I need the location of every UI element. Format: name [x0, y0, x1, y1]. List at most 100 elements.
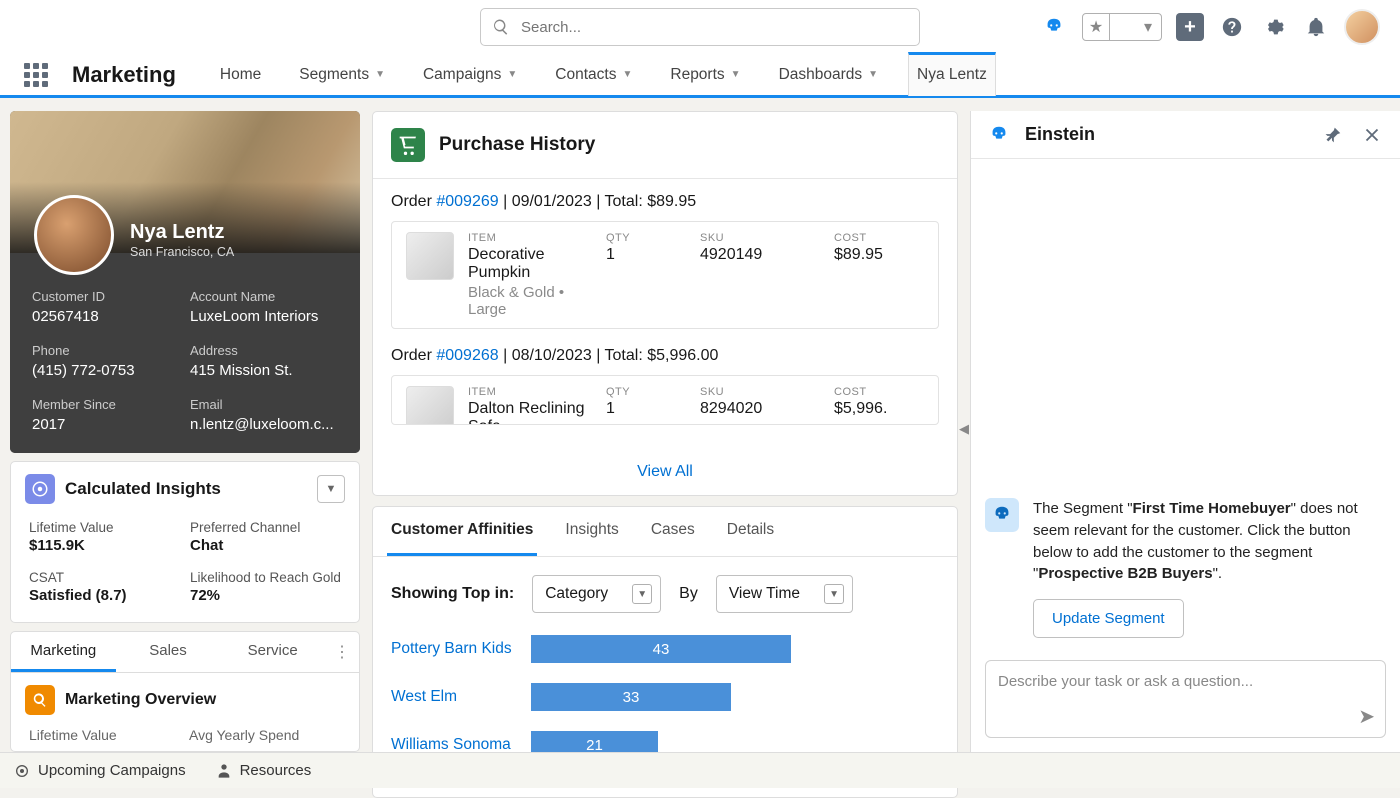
bar-value: 33 — [531, 683, 731, 711]
filter-label: Showing Top in: — [391, 585, 514, 603]
metric-value: 72% — [190, 587, 341, 604]
field-label: Account Name — [190, 289, 338, 304]
view-all-link[interactable]: View All — [637, 463, 693, 480]
order-link[interactable]: #009269 — [436, 193, 498, 210]
einstein-message: The Segment "First Time Homebuyer" does … — [1033, 498, 1386, 638]
add-button[interactable]: + — [1176, 13, 1204, 41]
nav-tab-nya-lentz[interactable]: Nya Lentz — [908, 52, 996, 96]
global-search — [480, 8, 920, 46]
bar-value: 43 — [531, 635, 791, 663]
field-value: LuxeLoom Interiors — [190, 308, 338, 325]
nav-tab-campaigns[interactable]: Campaigns▼ — [415, 53, 525, 97]
nav-tab-segments[interactable]: Segments▼ — [291, 53, 393, 97]
global-header: ★▾ + — [0, 0, 1400, 54]
nav-tab-contacts[interactable]: Contacts▼ — [547, 53, 640, 97]
app-launcher-icon[interactable] — [24, 63, 48, 87]
update-segment-button[interactable]: Update Segment — [1033, 599, 1184, 638]
nav-tab-home[interactable]: Home — [212, 53, 269, 97]
field-label: Member Since — [32, 397, 180, 412]
field-value: 415 Mission St. — [190, 362, 338, 379]
left-tab-sales[interactable]: Sales — [116, 632, 221, 672]
by-select[interactable]: View Time▼ — [716, 575, 853, 613]
pin-icon[interactable] — [1318, 121, 1346, 149]
chevron-down-icon: ▼ — [507, 69, 517, 80]
profile-avatar — [34, 195, 114, 275]
card-title: Marketing Overview — [65, 691, 216, 709]
bell-icon[interactable] — [1302, 13, 1330, 41]
chevron-down-icon: ▼ — [731, 69, 741, 80]
bar-label[interactable]: Pottery Barn Kids — [391, 640, 531, 658]
app-nav: Marketing Home Segments▼ Campaigns▼ Contact… — [0, 54, 1400, 98]
input-placeholder: Describe your task or ask a question... — [998, 673, 1253, 690]
metric-label: Likelihood to Reach Gold — [190, 570, 341, 585]
field-value: 02567418 — [32, 308, 180, 325]
utility-bar: Upcoming Campaigns Resources — [0, 752, 1400, 788]
category-select[interactable]: Category▼ — [532, 575, 661, 613]
profile-card: Nya Lentz San Francisco, CA Customer ID 0… — [10, 111, 360, 453]
order-link[interactable]: #009268 — [436, 347, 498, 364]
nav-tab-reports[interactable]: Reports▼ — [662, 53, 748, 97]
nav-tab-dashboards[interactable]: Dashboards▼ — [771, 53, 886, 97]
close-icon[interactable] — [1358, 121, 1386, 149]
bar-row: Pottery Barn Kids43 — [391, 635, 939, 663]
star-icon: ★ — [1083, 17, 1109, 37]
profile-name: Nya Lentz — [130, 221, 224, 244]
column-header: Avg Yearly Spend — [189, 727, 341, 743]
insights-icon — [25, 474, 55, 504]
metric-value: Chat — [190, 537, 341, 554]
cart-icon — [391, 128, 425, 162]
purchase-history-card: Purchase History Order #009269 | 09/01/2… — [372, 111, 958, 496]
left-tab-service[interactable]: Service — [220, 632, 325, 672]
metric-label: Lifetime Value — [29, 520, 180, 535]
magnify-icon — [25, 685, 55, 715]
user-avatar[interactable] — [1344, 9, 1380, 45]
field-label: Address — [190, 343, 338, 358]
affinity-tab-details[interactable]: Details — [723, 507, 778, 556]
upcoming-campaigns-button[interactable]: Upcoming Campaigns — [14, 762, 186, 779]
more-icon[interactable]: ⋮ — [325, 632, 359, 672]
einstein-panel: ◀ Einstein The Segment "First Time Homeb… — [970, 111, 1400, 752]
item-thumbnail — [406, 386, 454, 425]
field-label: Email — [190, 397, 338, 412]
resources-button[interactable]: Resources — [216, 762, 312, 779]
field-label: Customer ID — [32, 289, 180, 304]
field-value: 2017 — [32, 416, 180, 433]
profile-location: San Francisco, CA — [130, 245, 234, 259]
card-menu-button[interactable]: ▼ — [317, 475, 345, 503]
column-header: Lifetime Value — [29, 727, 181, 743]
einstein-icon[interactable] — [1040, 13, 1068, 41]
gear-icon[interactable] — [1260, 13, 1288, 41]
chevron-down-icon: ▾ — [1135, 17, 1161, 37]
app-name: Marketing — [72, 62, 176, 88]
field-value: n.lentz@luxeloom.c... — [190, 416, 338, 433]
left-tab-marketing[interactable]: Marketing — [11, 632, 116, 672]
affinity-tab-customer-affinities[interactable]: Customer Affinities — [387, 507, 537, 556]
einstein-input[interactable]: Describe your task or ask a question... … — [985, 660, 1386, 738]
bar-label[interactable]: West Elm — [391, 688, 531, 706]
card-title: Calculated Insights — [65, 479, 221, 499]
metric-label: Preferred Channel — [190, 520, 341, 535]
overview-card: MarketingSalesService⋮ Marketing Overvie… — [10, 631, 360, 752]
order-header: Order #009268 | 08/10/2023 | Total: $5,9… — [391, 347, 939, 365]
search-input[interactable] — [480, 8, 920, 46]
field-value: (415) 772-0753 — [32, 362, 180, 379]
search-icon — [492, 18, 510, 36]
profile-hero-image: Nya Lentz San Francisco, CA — [10, 111, 360, 253]
filter-label: By — [679, 585, 698, 603]
affinity-tab-insights[interactable]: Insights — [561, 507, 622, 556]
order-item-row: ITEMDecorative PumpkinBlack & Gold • Lar… — [391, 221, 939, 329]
favorites-toggle[interactable]: ★▾ — [1082, 13, 1162, 41]
metric-value: $115.9K — [29, 537, 180, 554]
send-icon[interactable]: ➤ — [1358, 704, 1375, 729]
panel-title: Einstein — [1025, 124, 1095, 145]
help-icon[interactable] — [1218, 13, 1246, 41]
chevron-down-icon: ▼ — [824, 584, 844, 604]
order-header: Order #009269 | 09/01/2023 | Total: $89.… — [391, 193, 939, 211]
chevron-down-icon: ▼ — [622, 69, 632, 80]
card-title: Purchase History — [439, 134, 595, 156]
bar-row: West Elm33 — [391, 683, 939, 711]
chevron-down-icon: ▼ — [375, 69, 385, 80]
order-item-row: ITEMDalton Reclining SofaQTY1SKU8294020C… — [391, 375, 939, 425]
metric-label: CSAT — [29, 570, 180, 585]
affinity-tab-cases[interactable]: Cases — [647, 507, 699, 556]
